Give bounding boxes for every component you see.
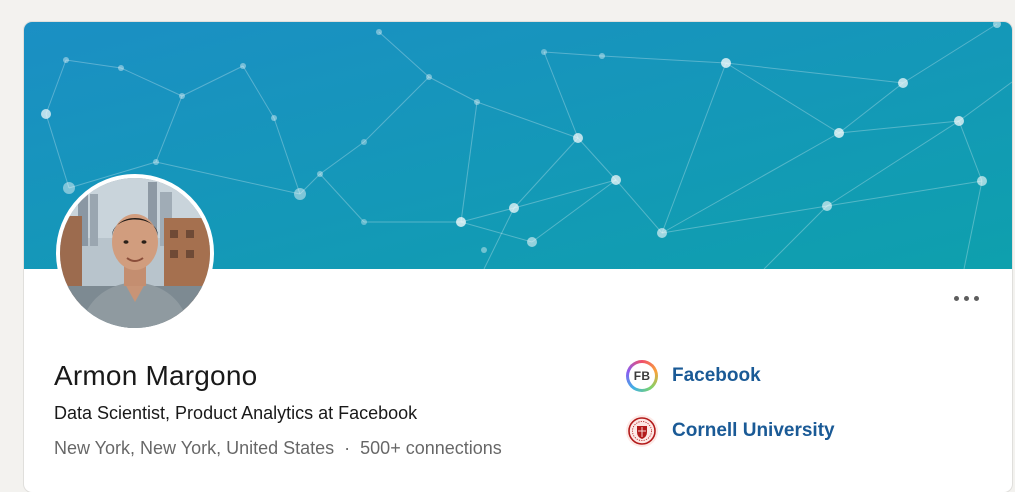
profile-photo-avatar[interactable]	[56, 174, 214, 332]
more-actions-button[interactable]	[948, 284, 984, 312]
more-horizontal-icon	[953, 295, 959, 301]
org-name-cornell: Cornell University	[672, 420, 835, 441]
profile-headline: Data Scientist, Product Analytics at Fac…	[54, 403, 418, 423]
cornell-seal-icon	[626, 415, 658, 447]
org-name-facebook: Facebook	[672, 365, 761, 386]
profile-photo-image	[60, 178, 210, 328]
org-link-cornell[interactable]: Cornell University	[626, 415, 835, 447]
org-link-facebook[interactable]: FB Facebook	[626, 360, 761, 392]
profile-meta: New York, New York, United States · 500+…	[54, 438, 502, 459]
facebook-logo-icon: FB	[626, 360, 658, 392]
profile-connections: 500+ connections	[360, 438, 502, 458]
meta-separator: ·	[344, 438, 351, 458]
profile-location: New York, New York, United States	[54, 438, 335, 458]
profile-card: Armon Margono Data Scientist, Product An…	[24, 22, 1012, 492]
profile-name: Armon Margono	[54, 360, 258, 391]
